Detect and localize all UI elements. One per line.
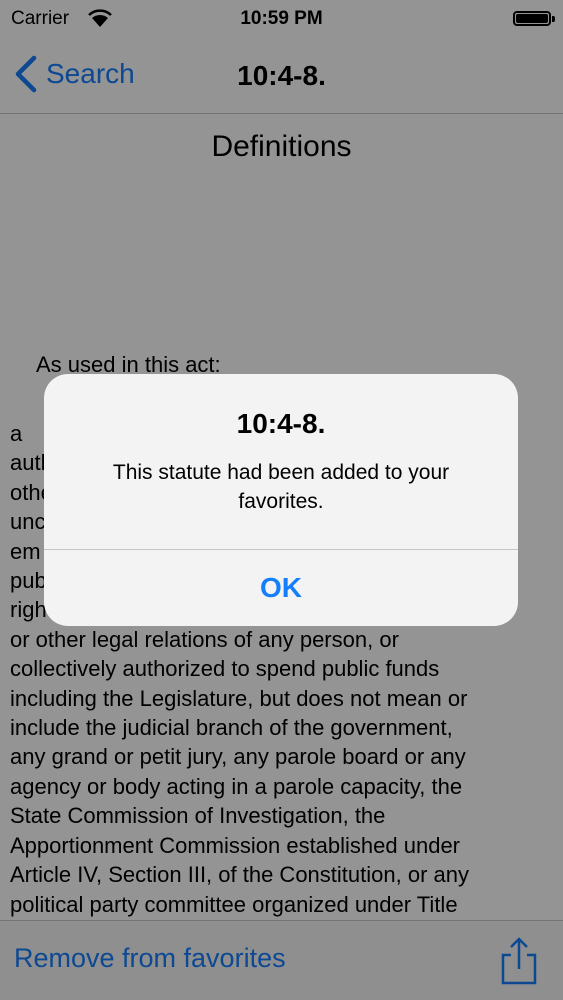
alert-title: 10:4-8. [236,408,326,439]
ok-button[interactable]: OK [44,550,518,626]
favorite-added-alert: 10:4-8. This statute had been added to y… [44,374,518,626]
alert-message: This statute had been added to your favo… [112,461,450,513]
